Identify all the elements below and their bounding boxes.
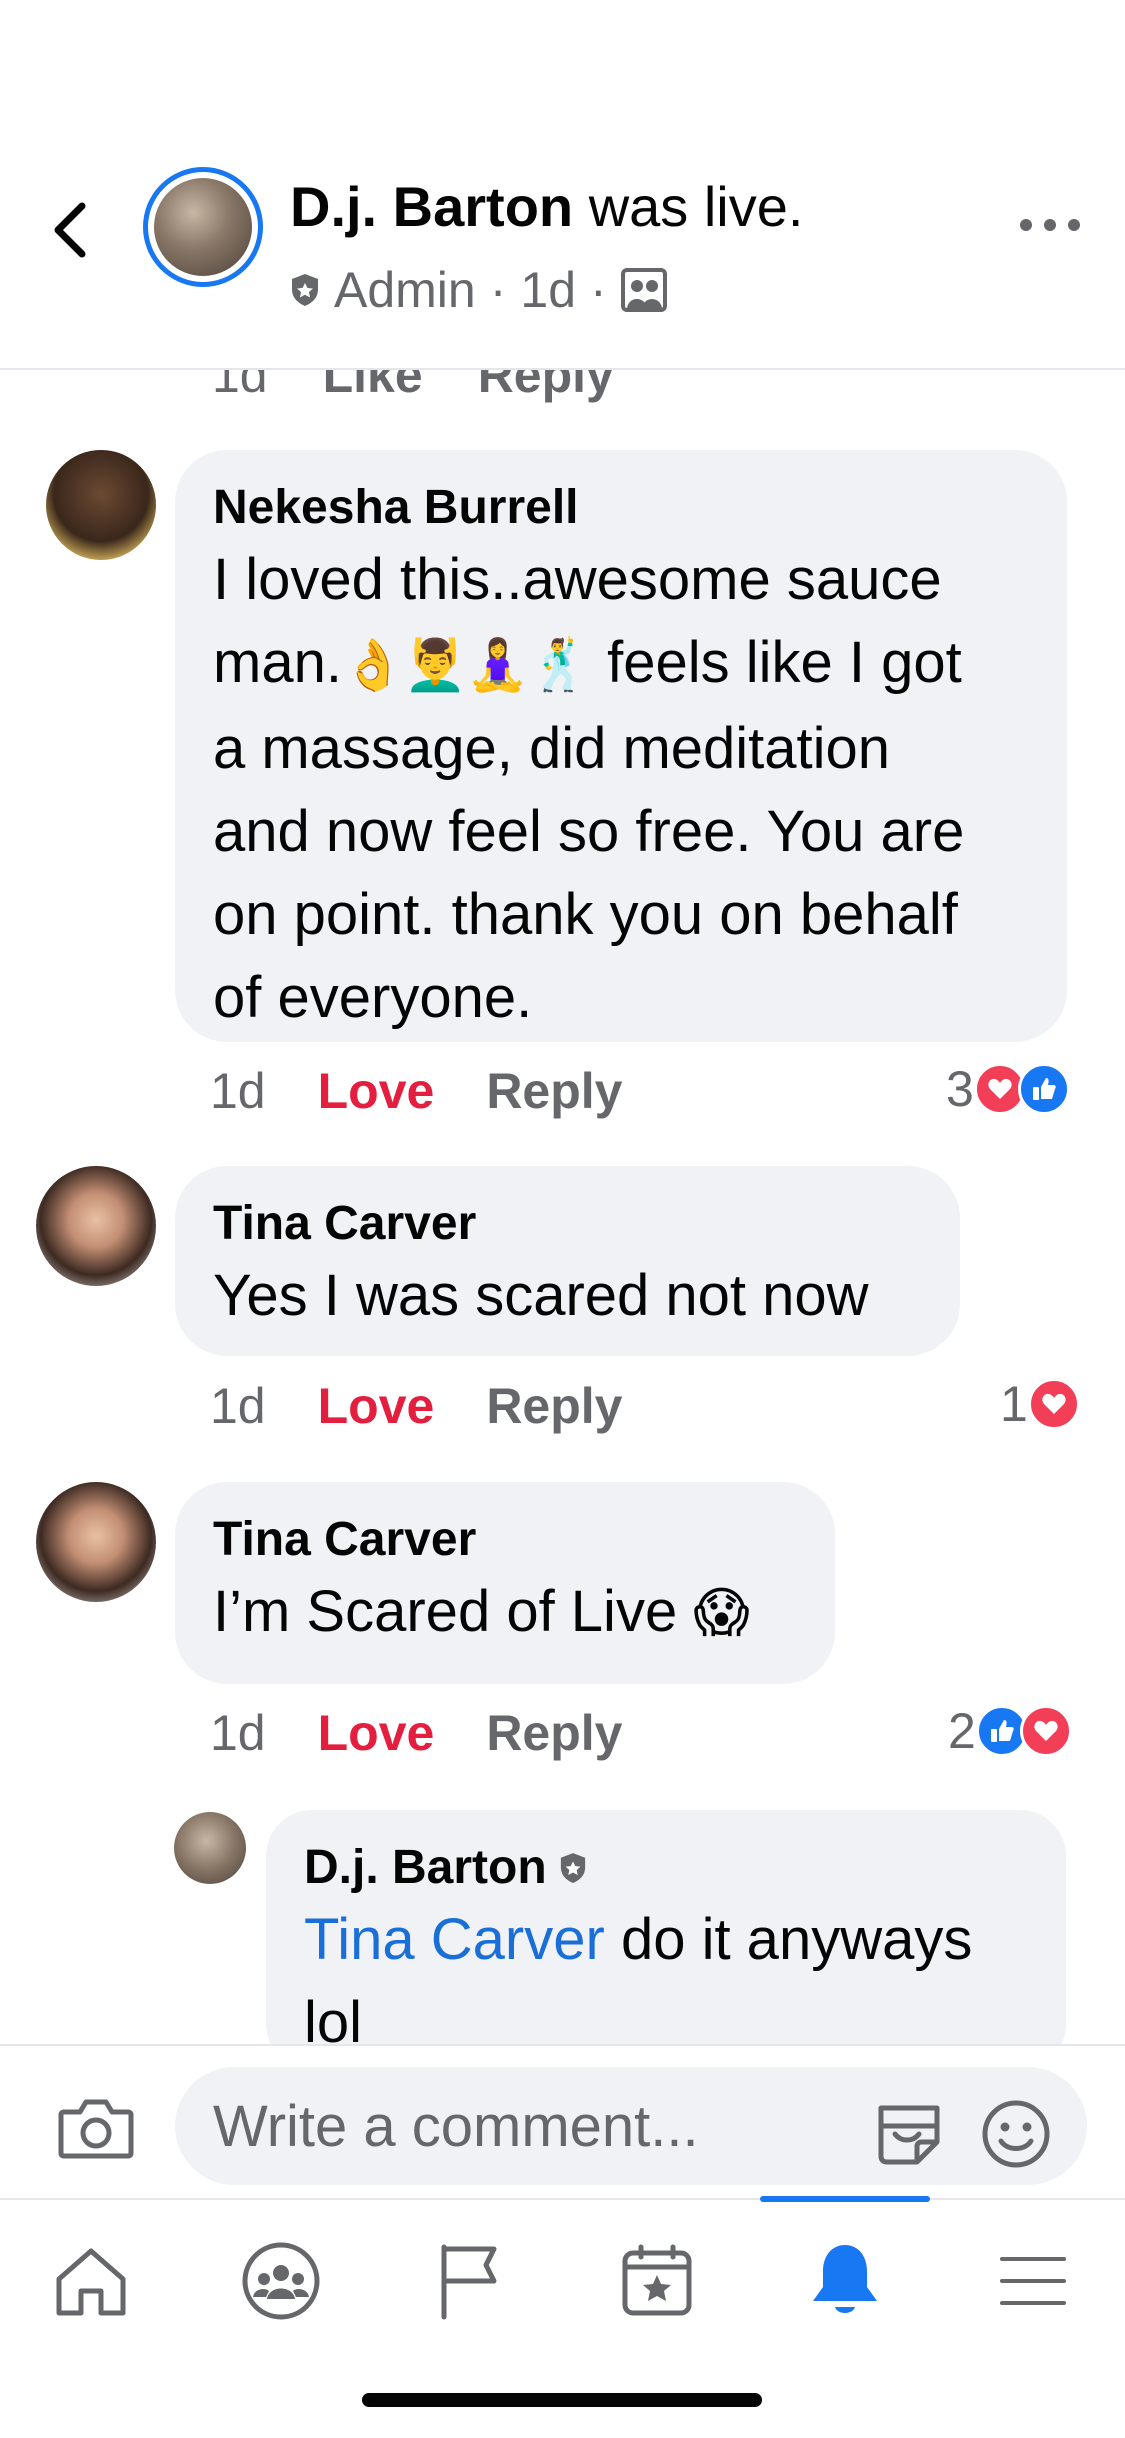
home-icon [56,2248,126,2316]
mention-link[interactable]: Tina Carver [304,1907,605,1972]
reply-bubble[interactable]: D.j. Barton Tina Carver do it anyways lo… [266,1810,1066,2044]
comment-actions: 1d Love Reply [210,1704,623,1762]
emoji: 😱 [693,1583,750,1643]
admin-shield-icon [560,1853,585,1883]
emoji-icon[interactable] [980,2098,1052,2170]
reply-line: lol [304,1990,363,2044]
comment-actions: 1d Love Reply [210,1062,623,1120]
comment-time[interactable]: 1d [210,1062,266,1120]
back-button[interactable] [40,190,100,270]
comment-fragment: I’m Scared of Live [213,1579,694,1644]
tab-events[interactable] [612,2236,702,2326]
tab-pages[interactable] [424,2236,514,2326]
like-reaction-icon [1017,1063,1070,1115]
comment-time[interactable]: 1d [210,1704,266,1762]
comment-text: Yes I was scared not now [213,1263,869,1328]
comment-text: I’m Scared of Live 😱 [213,1570,797,1655]
reply-line: Tina Carver do it anyways [304,1898,1028,1981]
dot [1044,219,1056,231]
comment-line: and now feel so free. You are [213,799,965,864]
dot [1020,219,1032,231]
comment-line: of everyone. [213,965,533,1030]
comment-input[interactable]: Write a comment... [175,2067,1087,2185]
love-reaction-icon [1019,1705,1072,1757]
reaction-count: 3 [946,1061,974,1117]
avatar-photo [154,178,252,276]
admin-shield-icon [292,274,318,306]
commenter-avatar[interactable] [36,1482,156,1602]
reaction-count: 2 [948,1703,976,1759]
reply-button[interactable]: Reply [478,368,614,404]
dot [1068,219,1080,231]
tab-notifications[interactable] [800,2236,890,2326]
comment-author[interactable]: Tina Carver [213,1194,922,1254]
comment-fragment: feels like I got [590,630,962,695]
separator: · [489,262,507,318]
love-button[interactable]: Love [318,1377,435,1435]
comment-line: on point. thank you on behalf [213,882,958,947]
reply-avatar[interactable] [174,1812,246,1884]
more-options-button[interactable] [1020,205,1080,245]
comment-actions: 1d Love Reply [210,1377,623,1435]
comment-line: a massage, did meditation [213,716,891,781]
home-indicator[interactable] [362,2393,762,2407]
events-icon [622,2244,692,2316]
groups-icon [242,2242,320,2320]
comment-input-placeholder: Write a comment... [213,2093,699,2159]
comment-time: 1d [212,368,268,403]
admin-label: Admin [334,262,476,318]
comment-bubble[interactable]: Tina Carver I’m Scared of Live 😱 [175,1482,835,1684]
comment-composer: Write a comment... [0,2044,1125,2200]
tab-groups[interactable] [236,2236,326,2326]
love-button[interactable]: Love [318,1062,435,1120]
post-subtitle: Admin · 1d · [290,258,667,322]
camera-icon[interactable] [58,2096,134,2160]
author-avatar[interactable] [143,167,263,287]
comment-bubble[interactable]: Nekesha Burrell I loved this..awesome sa… [175,450,1067,1042]
author-name[interactable]: D.j. Barton [290,175,573,238]
comment-text: I loved this..awesome sauce man.👌💆‍♂️🧘‍♀… [213,538,1029,1039]
reply-fragment: do it anyways [604,1907,973,1972]
post-header: D.j. Barton was live. Admin · 1d · [0,0,1125,370]
comment-fragment: man. [213,630,342,695]
pages-flag-icon [441,2244,497,2320]
reaction-count: 1 [1000,1376,1028,1432]
reply-text: Tina Carver do it anyways lol [304,1898,1028,2044]
notifications-bell-icon [813,2245,877,2313]
comment-line: I loved this..awesome sauce [213,547,942,612]
comment-list[interactable]: 1d Like Reply Nekesha Burrell I loved th… [0,368,1125,2044]
emoji-sequence: 👌💆‍♂️🧘‍♀️🕺 [341,637,591,693]
comment-time[interactable]: 1d [210,1377,266,1435]
post-status: was live. [588,175,804,238]
menu-icon [1000,2257,1066,2305]
post-title: D.j. Barton was live. [290,172,803,242]
comment-bubble[interactable]: Tina Carver Yes I was scared not now [175,1166,960,1356]
tab-menu[interactable] [988,2236,1078,2326]
active-tab-indicator [760,2196,930,2202]
comment-line: man.👌💆‍♂️🧘‍♀️🕺 feels like I got [213,621,1029,707]
commenter-avatar[interactable] [36,1166,156,1286]
comment-author[interactable]: Nekesha Burrell [213,478,1029,538]
post-time[interactable]: 1d [520,258,576,322]
tab-home[interactable] [46,2236,136,2326]
reaction-summary[interactable]: 2 [948,1702,1072,1760]
reply-button[interactable]: Reply [486,1062,622,1120]
reply-button[interactable]: Reply [486,1704,622,1762]
chevron-left-icon [54,202,86,258]
comment-author[interactable]: Tina Carver [213,1510,797,1570]
previous-comment-meta: 1d Like Reply [212,368,614,404]
reply-author-name[interactable]: D.j. Barton [304,1838,547,1898]
sticker-icon[interactable] [873,2098,945,2170]
commenter-avatar[interactable] [46,450,156,560]
reply-author[interactable]: D.j. Barton [304,1838,1028,1898]
love-reaction-icon [1027,1378,1080,1430]
like-button[interactable]: Like [323,368,423,404]
separator: · [590,262,607,318]
reply-button[interactable]: Reply [486,1377,622,1435]
love-button[interactable]: Love [318,1704,435,1762]
reaction-summary[interactable]: 3 [946,1060,1070,1118]
reaction-summary[interactable]: 1 [1000,1375,1080,1433]
group-audience-icon [620,268,667,312]
